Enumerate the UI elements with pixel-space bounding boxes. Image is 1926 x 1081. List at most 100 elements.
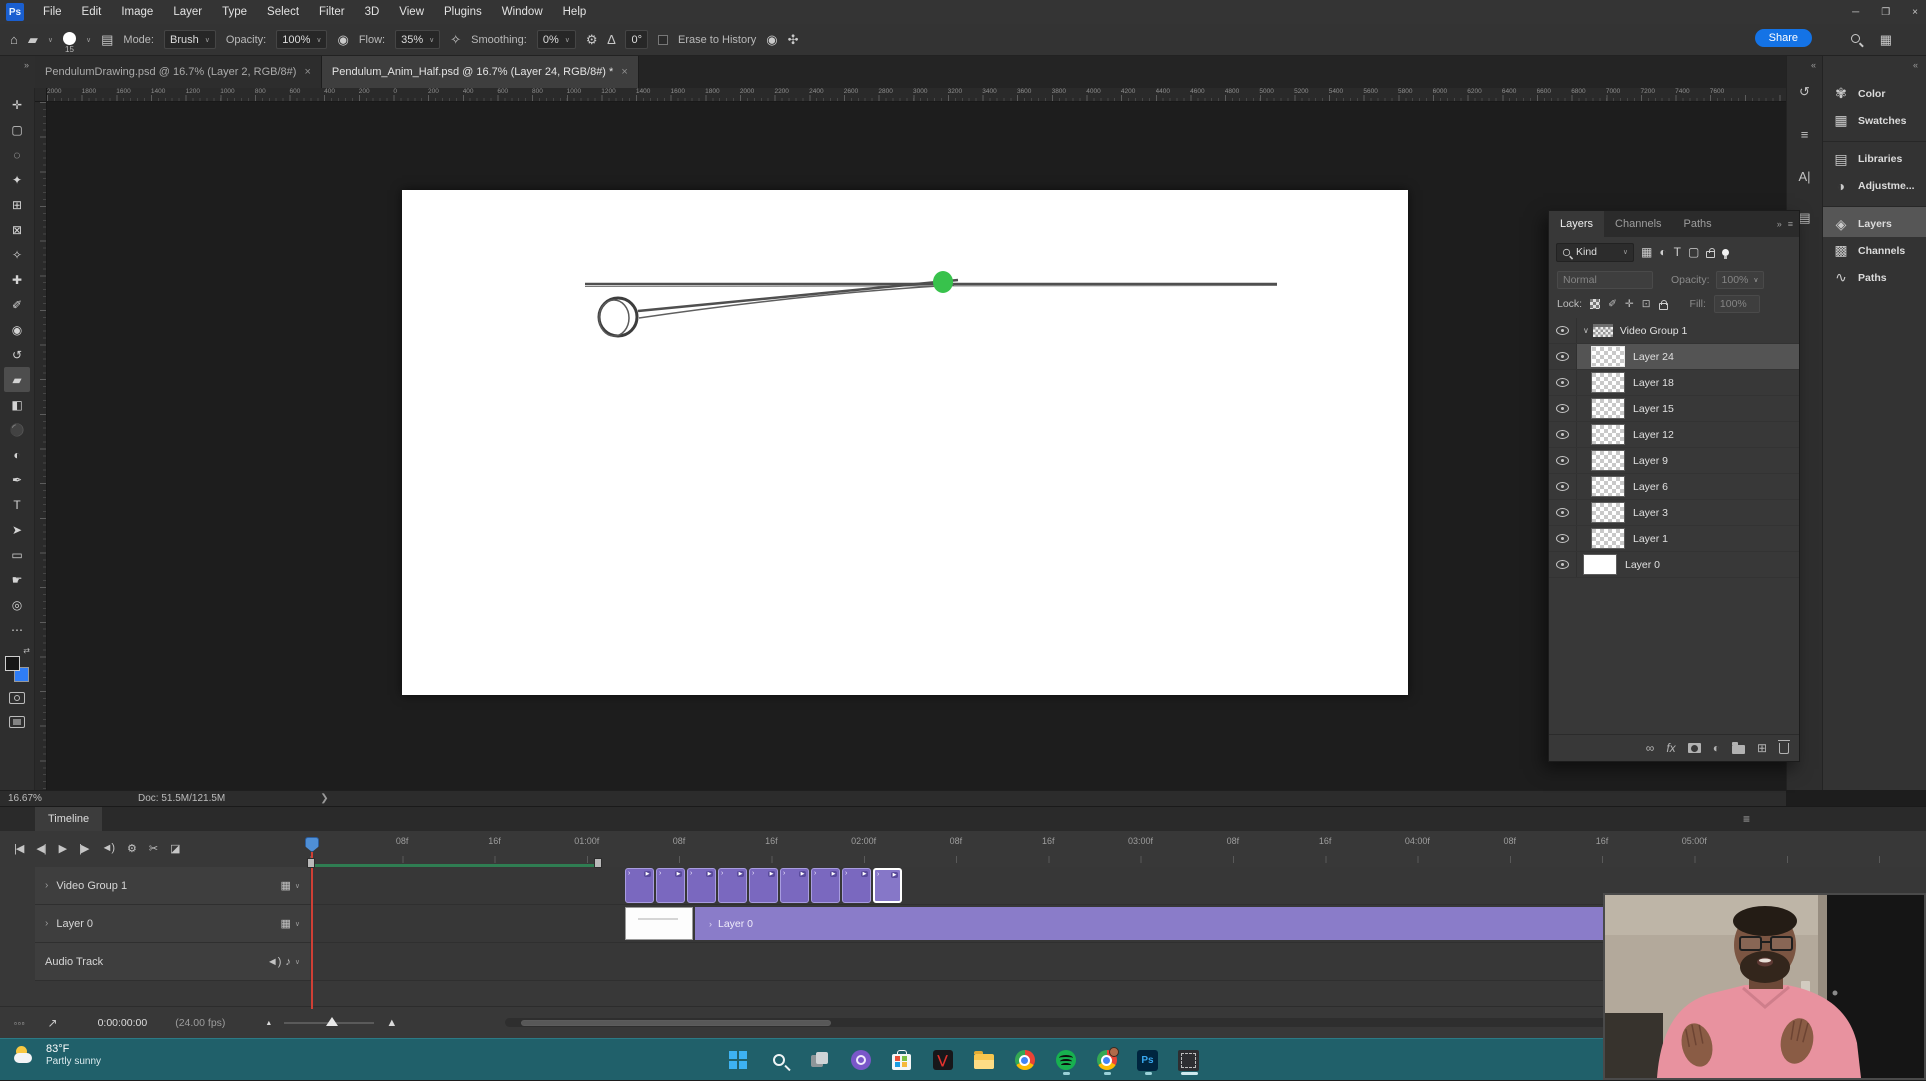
layer-opacity-select[interactable]: 100% ∨ [1716, 271, 1764, 289]
file-explorer-icon[interactable] [971, 1045, 997, 1075]
timeline-ruler[interactable]: 08f 16f 01:00f 08f 16f 02:00f 08f 16f 03… [310, 833, 1926, 863]
chrome-profile-icon[interactable] [1094, 1045, 1120, 1075]
path-selection-tool[interactable]: ➤ [4, 517, 30, 542]
active-window-icon[interactable] [1176, 1045, 1202, 1075]
expand-panels-icon[interactable]: « [1811, 60, 1816, 70]
add-mask-icon[interactable] [1688, 743, 1701, 753]
toolbar-collapse[interactable]: » [0, 56, 35, 88]
layer-fill-select[interactable]: 100% [1714, 295, 1760, 313]
type-tool[interactable]: T [4, 492, 30, 517]
hand-tool[interactable]: ☛ [4, 567, 30, 592]
swap-colors-icon[interactable]: ⇄ [23, 646, 30, 655]
history-panel-icon[interactable]: ↺ [1791, 78, 1819, 106]
airbrush-icon[interactable]: ✧ [450, 32, 461, 48]
panel-expand-icon[interactable]: » [1777, 219, 1782, 229]
video-clip[interactable]: › ▶ [811, 868, 840, 903]
link-layers-icon[interactable]: ∞ [1646, 741, 1655, 755]
layer-name[interactable]: Layer 1 [1633, 533, 1668, 545]
new-group-icon[interactable] [1732, 745, 1745, 754]
lock-position-icon[interactable]: ✛ [1625, 298, 1634, 310]
pen-tool[interactable]: ✒ [4, 467, 30, 492]
filter-shape-layers-icon[interactable]: ▢ [1688, 245, 1699, 259]
timeline-menu-icon[interactable]: ≡ [1743, 812, 1750, 826]
dock-item-adjustments[interactable]: ◑ Adjustme... [1823, 172, 1926, 199]
layer-thumbnail[interactable] [1591, 424, 1625, 445]
layer-thumbnail[interactable] [1591, 476, 1625, 497]
dock-item-channels[interactable]: ▩ Channels [1823, 237, 1926, 264]
filter-adjustment-layers-icon[interactable]: ◐ [1659, 245, 1666, 259]
layer-name[interactable]: Layer 12 [1633, 429, 1674, 441]
menu-item[interactable]: Image [112, 2, 162, 22]
dock-item-libraries[interactable]: ▤ Libraries [1823, 141, 1926, 172]
filter-toggle-icon[interactable] [1722, 249, 1729, 256]
render-video-icon[interactable]: ↗ [48, 1016, 58, 1030]
close-tab-icon[interactable]: × [621, 66, 627, 78]
menu-item[interactable]: Type [213, 2, 256, 22]
cam-app-icon[interactable] [848, 1045, 874, 1075]
visibility-eye-icon[interactable] [1556, 560, 1569, 569]
layer-row[interactable]: Layer 18 [1549, 370, 1799, 396]
work-area-start-handle[interactable] [307, 858, 315, 868]
lock-artboard-icon[interactable]: ⊡ [1642, 298, 1651, 310]
close-button[interactable]: × [1912, 7, 1918, 18]
track-header-layer0[interactable]: › Layer 0 ▦ ∨ [35, 905, 310, 943]
lasso-tool[interactable]: ◌ [4, 142, 30, 167]
next-frame-button[interactable]: |▶ [79, 842, 88, 855]
play-button[interactable]: ▶ [59, 842, 66, 855]
timeline-settings-button[interactable]: ⚙ [127, 842, 136, 855]
layer-name[interactable]: Layer 15 [1633, 403, 1674, 415]
track-filmstrip-icon[interactable]: ▦ [280, 917, 290, 930]
workspace-switcher-icon[interactable]: ▦ [1880, 32, 1892, 48]
layer-name[interactable]: Layer 18 [1633, 377, 1674, 389]
layer-thumbnail[interactable] [1591, 502, 1625, 523]
layer-name[interactable]: Layer 6 [1633, 481, 1668, 493]
layer-row[interactable]: Layer 1 [1549, 526, 1799, 552]
microsoft-store-icon[interactable] [889, 1045, 915, 1075]
menu-item[interactable]: Layer [164, 2, 211, 22]
zoom-in-icon[interactable]: ▲ [386, 1017, 397, 1029]
speaker-icon[interactable]: ◄) [267, 956, 282, 968]
menu-item[interactable]: File [34, 2, 71, 22]
smoothing-select[interactable]: 0% ∨ [537, 30, 576, 49]
chevron-down-icon[interactable]: ∨ [295, 920, 300, 928]
chrome-icon[interactable] [1012, 1045, 1038, 1075]
layer0-thumbnail-clip[interactable] [625, 907, 693, 940]
document-tab[interactable]: Pendulum_Anim_Half.psd @ 16.7% (Layer 24… [322, 56, 639, 88]
video-clip[interactable]: › ▶ [842, 868, 871, 903]
track-filmstrip-icon[interactable]: ▦ [280, 879, 290, 892]
visibility-eye-icon[interactable] [1556, 378, 1569, 387]
filter-pixel-layers-icon[interactable]: ▦ [1641, 245, 1652, 259]
brush-picker-dropdown-icon[interactable]: ∨ [86, 36, 91, 44]
quick-selection-tool[interactable]: ✦ [4, 167, 30, 192]
search-icon[interactable] [1851, 34, 1860, 43]
menu-item[interactable]: View [390, 2, 433, 22]
canvas[interactable] [402, 190, 1408, 695]
scrollbar-thumb[interactable] [521, 1020, 831, 1026]
marquee-tool[interactable]: ▢ [4, 117, 30, 142]
video-clip[interactable]: › ▶ [718, 868, 747, 903]
menu-item[interactable]: Plugins [435, 2, 491, 22]
video-clip[interactable]: › ▶ [780, 868, 809, 903]
delete-layer-icon[interactable] [1779, 743, 1789, 754]
filter-type-layers-icon[interactable]: T [1674, 245, 1681, 259]
video-clip[interactable]: › ▶ [749, 868, 778, 903]
video-clip[interactable]: › ▶ [687, 868, 716, 903]
menu-item[interactable]: Edit [73, 2, 111, 22]
video-clip[interactable]: › ▶ [625, 868, 654, 903]
zoom-tool[interactable]: ◎ [4, 592, 30, 617]
status-arrow-icon[interactable]: ❯ [320, 793, 328, 804]
layer-row[interactable]: Layer 24 [1549, 344, 1799, 370]
menu-item[interactable]: Filter [310, 2, 354, 22]
dock-item-paths[interactable]: ∿ Paths [1823, 264, 1926, 291]
layer-name[interactable]: Layer 0 [1625, 559, 1660, 571]
dock-item-layers[interactable]: ◈ Layers [1823, 206, 1926, 237]
previous-frame-button[interactable]: ◀| [36, 842, 45, 855]
layer-row[interactable]: Layer 0 [1549, 552, 1799, 578]
rectangle-tool[interactable]: ▭ [4, 542, 30, 567]
visibility-eye-icon[interactable] [1556, 534, 1569, 543]
brush-preset-picker[interactable]: 15 [63, 32, 76, 54]
dodge-tool[interactable]: ◐ [4, 442, 30, 467]
visibility-eye-icon[interactable] [1556, 456, 1569, 465]
search-button[interactable] [766, 1045, 792, 1075]
layer-thumbnail[interactable] [1591, 398, 1625, 419]
